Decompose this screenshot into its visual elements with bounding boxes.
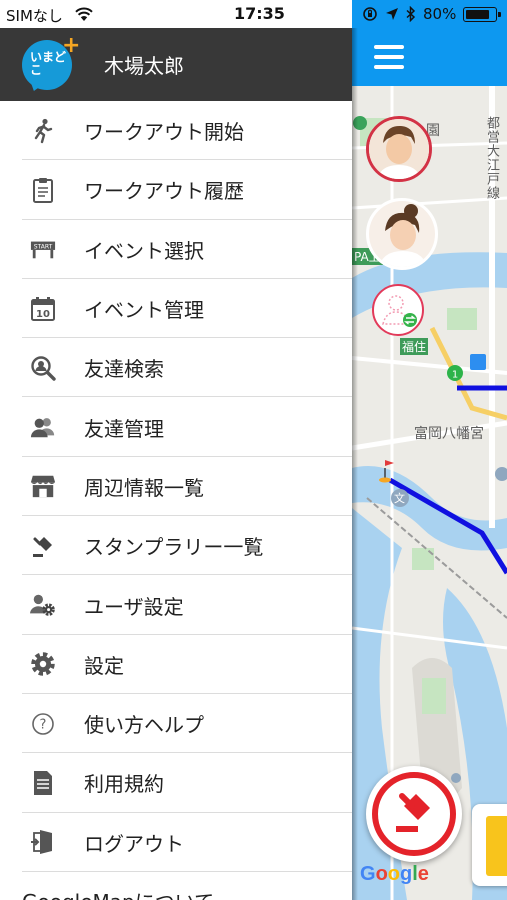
- google-logo: Google: [360, 863, 429, 886]
- menu-icon[interactable]: [374, 45, 404, 69]
- map-label-bunkyo: 文: [394, 492, 405, 505]
- battery-icon: [463, 6, 502, 22]
- carrier-label: SIMなし: [6, 7, 63, 25]
- stamp-button[interactable]: [366, 766, 462, 862]
- menu-icon-line: [374, 65, 404, 69]
- navigation-drawer: いまどこ + 木場太郎 ワークアウト開始 ワークアウト履歴 START イベント…: [0, 28, 352, 900]
- document-icon: [30, 770, 56, 796]
- menu-item-nearby-info[interactable]: 周辺情報一覧: [0, 457, 352, 517]
- user-name: 木場太郎: [104, 54, 184, 78]
- menu-label: イベント選択: [84, 238, 204, 263]
- map-label-highway: 都営大江戸線: [484, 116, 499, 200]
- help-icon: ?: [30, 711, 56, 737]
- app-logo: いまどこ +: [22, 32, 82, 94]
- clipboard-icon: [30, 177, 56, 203]
- status-time: 17:35: [234, 4, 285, 23]
- svg-text:START: START: [34, 244, 53, 251]
- menu-item-googlemap-about[interactable]: GoogleMapについて: [0, 872, 352, 900]
- menu-icon-line: [374, 45, 404, 49]
- battery-fill: [466, 9, 489, 19]
- google-logo-letter: G: [360, 863, 376, 885]
- menu-icon-line: [374, 55, 404, 59]
- svg-text:1: 1: [452, 370, 458, 381]
- drawer-header: いまどこ + 木場太郎: [0, 28, 352, 101]
- map-label-tomioka: 富岡八幡宮: [414, 426, 484, 442]
- menu-item-user-settings[interactable]: ユーザ設定: [0, 575, 352, 635]
- menu-label: 友達検索: [84, 357, 164, 382]
- menu-item-event-manage[interactable]: 10 イベント管理: [0, 279, 352, 339]
- menu-item-settings[interactable]: 設定: [0, 635, 352, 695]
- google-logo-letter: o: [375, 863, 388, 885]
- battery-tip: [498, 11, 502, 17]
- friends-icon: [30, 414, 56, 440]
- google-logo-letter: g: [400, 863, 413, 885]
- stamp-button-icon: [396, 793, 430, 832]
- menu-label: ログアウト: [84, 831, 184, 856]
- menu-label: ワークアウト開始: [84, 120, 244, 145]
- svg-text:?: ?: [40, 717, 47, 732]
- menu-label: イベント管理: [84, 298, 204, 323]
- location-arrow-icon: [386, 8, 398, 20]
- google-logo-letter: e: [417, 863, 429, 885]
- menu-item-friend-search[interactable]: 友達検索: [0, 338, 352, 398]
- friend-avatar[interactable]: [366, 198, 438, 270]
- menu-label: 利用規約: [84, 772, 164, 797]
- menu-label: ワークアウト履歴: [84, 179, 244, 204]
- menu-label: スタンプラリー一覧: [84, 535, 264, 560]
- status-right-icons: 80%: [362, 4, 502, 24]
- side-card-image: [486, 816, 507, 876]
- logo-plus: +: [62, 32, 81, 58]
- logout-icon: [30, 829, 56, 855]
- google-logo-letter: o: [387, 863, 400, 885]
- bluetooth-icon: [406, 6, 416, 22]
- running-icon: [30, 118, 56, 144]
- search-user-icon: [30, 355, 56, 381]
- menu-label: 設定: [84, 653, 124, 678]
- stamp-icon: [30, 533, 56, 559]
- user-gear-icon: [30, 592, 56, 618]
- menu-item-logout[interactable]: ログアウト: [0, 813, 352, 873]
- map-label-fukuzumi: 福住: [400, 338, 429, 355]
- store-icon: [30, 473, 56, 499]
- gear-icon: [30, 651, 56, 677]
- orientation-lock-icon: [363, 7, 377, 21]
- map-view[interactable]: 1 園 都営大江戸線 PA上 福住 富岡八幡宮 文 Google: [352, 28, 507, 900]
- status-bar: SIMなし 17:35 80%: [0, 0, 507, 28]
- calendar-icon: 10: [30, 296, 56, 322]
- start-line-icon: START: [30, 236, 56, 262]
- battery-percent: 80%: [423, 5, 457, 23]
- menu-item-workout-start[interactable]: ワークアウト開始: [0, 101, 352, 161]
- menu-item-terms[interactable]: 利用規約: [0, 753, 352, 813]
- menu-item-stamp-rally[interactable]: スタンプラリー一覧: [0, 516, 352, 576]
- friend-avatar[interactable]: [366, 116, 432, 182]
- menu-label: GoogleMapについて: [22, 886, 214, 900]
- menu-label: 周辺情報一覧: [84, 475, 204, 500]
- wifi-icon: [75, 7, 93, 21]
- menu-item-event-select[interactable]: START イベント選択: [0, 220, 352, 280]
- map-top-bar: [352, 28, 507, 86]
- drawer-shadow: [352, 28, 358, 900]
- svg-text:10: 10: [36, 309, 50, 320]
- menu-item-friend-manage[interactable]: 友達管理: [0, 397, 352, 458]
- menu-item-workout-history[interactable]: ワークアウト履歴: [0, 160, 352, 220]
- menu-label: 使い方ヘルプ: [84, 713, 204, 738]
- menu-label: ユーザ設定: [84, 594, 184, 619]
- friend-avatar-placeholder[interactable]: [372, 284, 424, 336]
- side-card-button[interactable]: [472, 804, 507, 886]
- menu-item-help[interactable]: ? 使い方ヘルプ: [0, 694, 352, 754]
- menu-label: 友達管理: [84, 416, 164, 441]
